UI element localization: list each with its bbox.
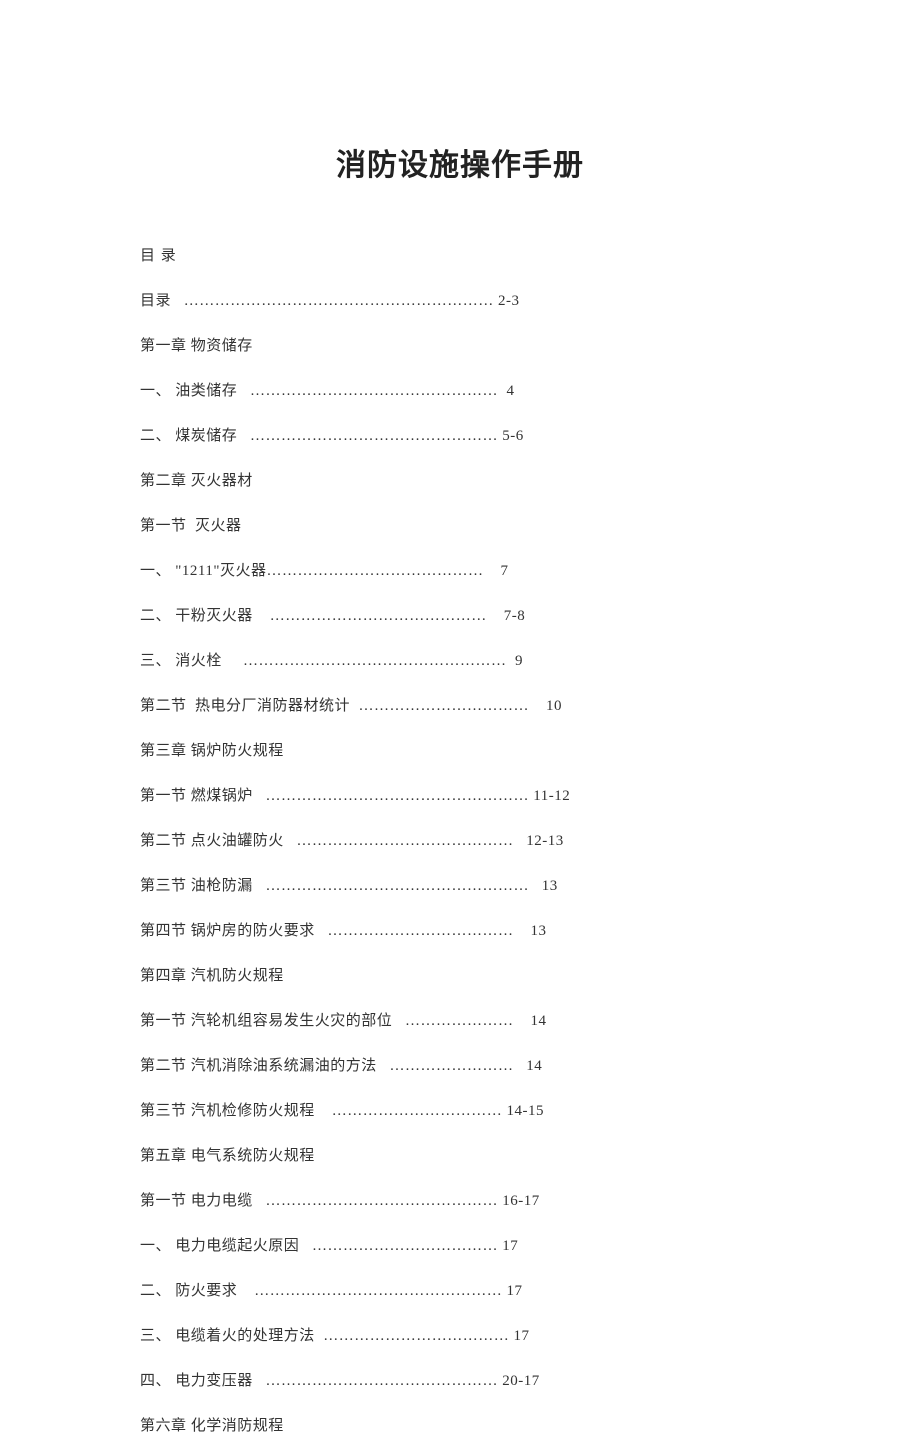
toc-entry: 二、 煤炭储存 ………………………………………… 5-6 <box>140 424 780 445</box>
toc-heading: 目 录 <box>140 244 780 265</box>
toc-entry: 第一节 汽轮机组容易发生火灾的部位 ………………… 14 <box>140 1009 780 1030</box>
toc-entry: 二、 干粉灭火器 …………………………………… 7-8 <box>140 604 780 625</box>
toc-entry: 第一节 电力电缆 ……………………………………… 16-17 <box>140 1189 780 1210</box>
toc-entry: 第一节 燃煤锅炉 …………………………………………… 11-12 <box>140 784 780 805</box>
toc-chapter: 第一章 物资储存 <box>140 334 780 355</box>
toc-chapter: 第四章 汽机防火规程 <box>140 964 780 985</box>
toc-entry: 一、 电力电缆起火原因 ……………………………… 17 <box>140 1234 780 1255</box>
toc-chapter: 第六章 化学消防规程 <box>140 1414 780 1435</box>
toc-entry: 三、 电缆着火的处理方法 ……………………………… 17 <box>140 1324 780 1345</box>
toc-entry: 一、 "1211"灭火器…………………………………… 7 <box>140 559 780 580</box>
toc-entry: 四、 电力变压器 ……………………………………… 20-17 <box>140 1369 780 1390</box>
toc-chapter: 第二章 灭火器材 <box>140 469 780 490</box>
toc-entry: 第二节 热电分厂消防器材统计 …………………………… 10 <box>140 694 780 715</box>
toc-entry: 第二节 汽机消除油系统漏油的方法 …………………… 14 <box>140 1054 780 1075</box>
toc-entry: 第三节 汽机检修防火规程 …………………………… 14-15 <box>140 1099 780 1120</box>
toc-entry: 第二节 点火油罐防火 …………………………………… 12-13 <box>140 829 780 850</box>
toc-entry: 二、 防火要求 ………………………………………… 17 <box>140 1279 780 1300</box>
toc-chapter: 第五章 电气系统防火规程 <box>140 1144 780 1165</box>
toc-section: 第一节 灭火器 <box>140 514 780 535</box>
toc-entry: 三、 消火栓 …………………………………………… 9 <box>140 649 780 670</box>
toc-entry: 目录 …………………………………………………… 2-3 <box>140 289 780 310</box>
toc-entry: 第三节 油枪防漏 …………………………………………… 13 <box>140 874 780 895</box>
toc-entry: 一、 油类储存 ………………………………………… 4 <box>140 379 780 400</box>
toc-chapter: 第三章 锅炉防火规程 <box>140 739 780 760</box>
toc-entry: 第四节 锅炉房的防火要求 ……………………………… 13 <box>140 919 780 940</box>
document-title: 消防设施操作手册 <box>140 140 780 184</box>
